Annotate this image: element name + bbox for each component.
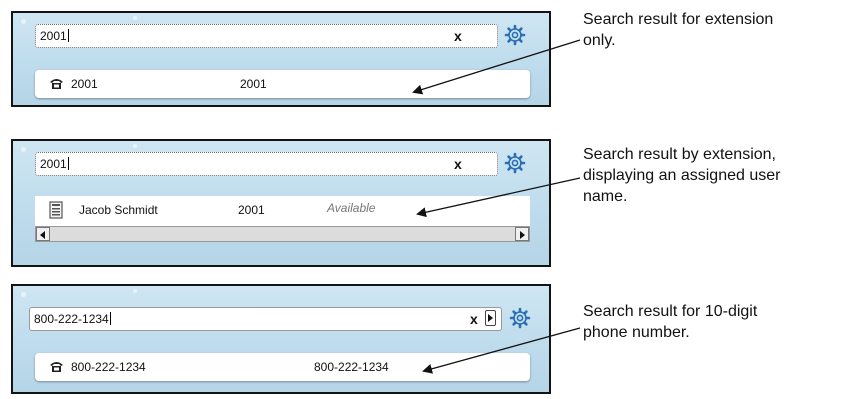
callout-arrows (412, 39, 581, 374)
callout-arrow (422, 327, 581, 374)
callout-arrow (412, 39, 581, 95)
callout-arrow (416, 177, 581, 218)
